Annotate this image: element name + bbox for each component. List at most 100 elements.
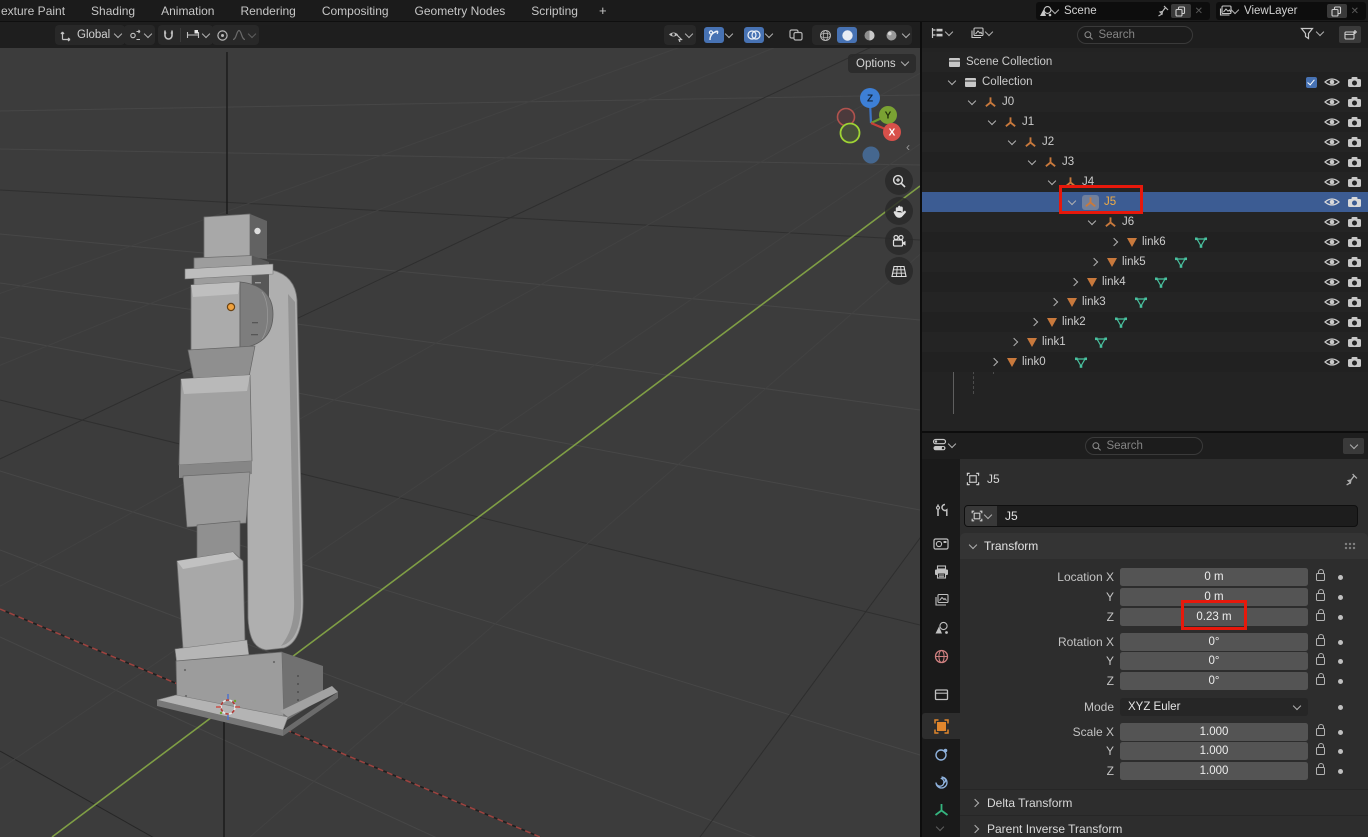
animate-dot[interactable] <box>1338 659 1343 664</box>
options-button[interactable]: Options <box>848 54 916 73</box>
outliner-row-j4[interactable]: J4 <box>922 172 1368 192</box>
expand-chevron[interactable] <box>1048 176 1056 184</box>
view-layer-name[interactable]: ViewLayer <box>1238 5 1325 17</box>
proportional-editing-controls[interactable] <box>212 25 259 45</box>
workspace-tab-compositing[interactable]: Compositing <box>309 0 402 22</box>
panel-drag-handle[interactable] <box>1344 542 1358 550</box>
navigation-gizmo[interactable]: Z Y X <box>838 88 902 164</box>
delta-transform-panel[interactable]: Delta Transform <box>960 789 1368 815</box>
camera-icon[interactable] <box>1347 156 1362 168</box>
rotation-z-field[interactable]: 0° <box>1120 672 1308 690</box>
camera-icon[interactable] <box>1347 316 1362 328</box>
show-overlays-toggle[interactable] <box>744 27 764 43</box>
expand-chevron[interactable] <box>968 96 976 104</box>
outliner-row-link5[interactable]: link5 <box>922 252 1368 272</box>
camera-view-button[interactable] <box>885 227 913 255</box>
shading-dropdown-chevron[interactable] <box>902 29 910 37</box>
pin-icon[interactable] <box>1345 473 1358 486</box>
object-origin-dot[interactable] <box>227 303 234 310</box>
collection-checkbox[interactable] <box>1306 77 1317 88</box>
eye-icon[interactable] <box>1324 96 1340 108</box>
outliner-row-j5-selected[interactable]: J5 <box>922 192 1368 212</box>
lock-icon[interactable] <box>1316 593 1325 601</box>
camera-icon[interactable] <box>1347 196 1362 208</box>
rotation-y-field[interactable]: 0° <box>1120 652 1308 670</box>
toggle-orthographic-button[interactable] <box>885 257 913 285</box>
parent-inverse-transform-panel[interactable]: Parent Inverse Transform <box>960 815 1368 837</box>
outliner-row-link6[interactable]: link6 <box>922 232 1368 252</box>
object-type-visibility-dropdown[interactable] <box>664 25 696 45</box>
gizmo-dropdown-chevron[interactable] <box>725 29 733 37</box>
tab-view-layer[interactable] <box>922 587 960 613</box>
workspace-tab-texture-paint[interactable]: exture Paint <box>0 0 78 22</box>
shading-material-button[interactable] <box>859 27 879 43</box>
eye-icon[interactable] <box>1324 236 1340 248</box>
lock-icon[interactable] <box>1316 638 1325 646</box>
filter-dropdown[interactable] <box>1300 27 1323 40</box>
pivot-point-dropdown[interactable] <box>124 25 155 45</box>
properties-search[interactable] <box>1085 437 1203 455</box>
animate-dot[interactable] <box>1338 640 1343 645</box>
outliner-row-link3[interactable]: link3 <box>922 292 1368 312</box>
view-layer-selector[interactable]: ViewLayer ✕ <box>1216 2 1366 20</box>
animate-dot[interactable] <box>1338 595 1343 600</box>
gizmo-neg-z-ball[interactable] <box>863 147 880 164</box>
object-name-field[interactable]: J5 <box>964 505 1358 527</box>
eye-icon[interactable] <box>1324 216 1340 228</box>
camera-icon[interactable] <box>1347 76 1362 88</box>
eye-icon[interactable] <box>1324 156 1340 168</box>
lock-icon[interactable] <box>1316 573 1325 581</box>
expand-chevron[interactable] <box>1088 216 1096 224</box>
animate-dot[interactable] <box>1338 705 1343 710</box>
tab-collection[interactable] <box>922 681 960 707</box>
expand-chevron-collapsed[interactable] <box>1010 338 1018 346</box>
expand-chevron-collapsed[interactable] <box>1090 258 1098 266</box>
expand-chevron[interactable] <box>948 76 956 84</box>
shading-rendered-button[interactable] <box>881 27 901 43</box>
rotation-x-field[interactable]: 0° <box>1120 633 1308 651</box>
properties-options-dropdown[interactable] <box>1343 438 1364 454</box>
pan-tool-button[interactable] <box>885 197 913 225</box>
animate-dot[interactable] <box>1338 749 1343 754</box>
outliner-row-scene-collection[interactable]: Scene Collection <box>922 52 1368 72</box>
animate-dot[interactable] <box>1338 730 1343 735</box>
expand-chevron-collapsed[interactable] <box>1110 238 1118 246</box>
camera-icon[interactable] <box>1347 176 1362 188</box>
scale-z-field[interactable]: 1.000 <box>1120 762 1308 780</box>
outliner-row-link1[interactable]: link1 <box>922 332 1368 352</box>
properties-search-input[interactable] <box>1106 440 1196 452</box>
tab-render[interactable] <box>922 531 960 557</box>
object-name-value[interactable]: J5 <box>997 509 1018 523</box>
view-layer-add-button[interactable] <box>1327 4 1347 18</box>
editor-type-dropdown[interactable] <box>930 27 952 40</box>
outliner-search[interactable] <box>1077 26 1193 44</box>
overlays-dropdown-chevron[interactable] <box>765 29 773 37</box>
eye-icon[interactable] <box>1324 196 1340 208</box>
new-collection-button[interactable] <box>1339 26 1361 43</box>
outliner-row-j3[interactable]: J3 <box>922 152 1368 172</box>
rotation-mode-dropdown[interactable]: XYZ Euler <box>1120 698 1308 716</box>
camera-icon[interactable] <box>1347 296 1362 308</box>
outliner-row-j0[interactable]: J0 <box>922 92 1368 112</box>
shading-solid-button[interactable] <box>837 27 857 43</box>
tab-scene[interactable] <box>922 615 960 641</box>
eye-icon[interactable] <box>1324 116 1340 128</box>
tab-tool[interactable] <box>922 497 960 523</box>
expand-chevron[interactable] <box>988 116 996 124</box>
viewport-canvas[interactable]: Z Y X Options ‹ <box>0 48 920 837</box>
eye-icon[interactable] <box>1324 276 1340 288</box>
show-gizmo-toggle[interactable] <box>704 27 724 43</box>
workspace-tab-shading[interactable]: Shading <box>78 0 148 22</box>
lock-icon[interactable] <box>1316 677 1325 685</box>
outliner-row-j2[interactable]: J2 <box>922 132 1368 152</box>
transform-orientation-dropdown[interactable]: Global <box>55 25 125 45</box>
eye-icon[interactable] <box>1324 136 1340 148</box>
workspace-tab-geometry-nodes[interactable]: Geometry Nodes <box>402 0 519 22</box>
object-name-icon-segment[interactable] <box>965 506 997 526</box>
camera-icon[interactable] <box>1347 336 1362 348</box>
gizmo-neg-y-ball[interactable] <box>841 124 860 143</box>
camera-icon[interactable] <box>1347 216 1362 228</box>
camera-icon[interactable] <box>1347 256 1362 268</box>
expand-chevron[interactable] <box>1028 156 1036 164</box>
panel-expand-chevron[interactable] <box>969 540 977 548</box>
